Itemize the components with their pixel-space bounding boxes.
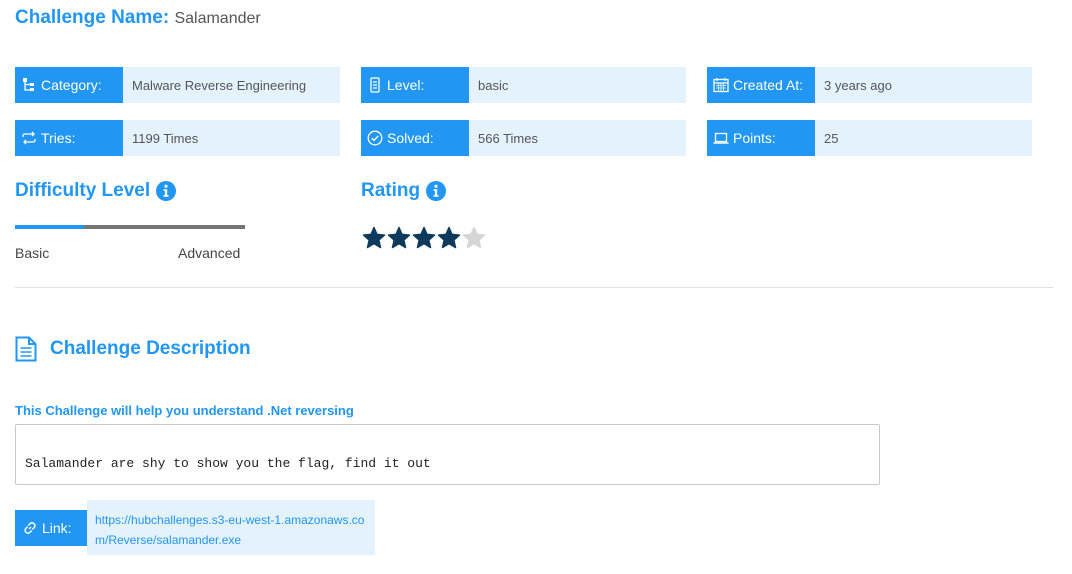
difficulty-bar-fill [15,225,84,229]
stat-created: Created At: 3 years ago [707,67,1032,103]
description-heading: Challenge Description [15,336,251,362]
star-filled-icon[interactable] [387,226,411,250]
calendar-icon [713,77,729,93]
rating-title: Rating [361,180,421,201]
rating-heading: Rating [361,180,447,202]
check-circle-icon [367,130,383,146]
points-label: Points: [733,130,776,146]
retry-icon [21,130,37,146]
link-icon [22,520,38,536]
description-text-box: Salamander are shy to show you the flag,… [15,424,880,485]
challenge-title: Challenge Name: Salamander [15,7,261,29]
challenge-name-label: Challenge Name: [15,7,170,28]
divider [15,287,1053,288]
created-label: Created At: [733,77,804,93]
tries-label: Tries: [41,130,76,146]
solved-value: 566 Times [469,120,686,156]
star-filled-icon[interactable] [437,226,461,250]
level-label: Level: [387,77,425,93]
link-label: Link: [42,519,72,536]
stat-tries: Tries: 1199 Times [15,120,340,156]
star-empty-icon[interactable] [462,226,486,250]
info-icon[interactable] [426,181,447,201]
info-icon[interactable] [156,181,177,201]
description-title: Challenge Description [50,338,251,359]
stat-category: Category: Malware Reverse Engineering [15,67,340,103]
description-subtitle: This Challenge will help you understand … [15,403,354,418]
sitemap-icon [21,77,37,93]
difficulty-heading: Difficulty Level [15,180,177,202]
laptop-icon [713,130,729,146]
document-icon [15,336,37,362]
solved-label: Solved: [387,130,434,146]
difficulty-min-label: Basic [15,245,50,261]
star-filled-icon[interactable] [362,226,386,250]
level-bars-icon [367,77,383,93]
stat-solved: Solved: 566 Times [361,120,686,156]
stat-level: Level: basic [361,67,686,103]
star-filled-icon[interactable] [412,226,436,250]
category-label: Category: [41,77,102,93]
link-row: Link: https://hubchallenges.s3-eu-west-1… [15,500,375,555]
description-text: Salamander are shy to show you the flag,… [25,456,431,471]
level-value: basic [469,67,686,103]
tries-value: 1199 Times [123,120,340,156]
difficulty-title: Difficulty Level [15,180,151,201]
difficulty-bar [15,225,245,229]
created-value: 3 years ago [815,67,1032,103]
difficulty-max-label: Advanced [178,245,241,261]
points-value: 25 [815,120,1032,156]
rating-stars[interactable] [362,226,486,250]
download-link[interactable]: https://hubchallenges.s3-eu-west-1.amazo… [87,500,375,555]
category-value: Malware Reverse Engineering [123,67,340,103]
challenge-name-value: Salamander [174,10,261,27]
stat-points: Points: 25 [707,120,1032,156]
